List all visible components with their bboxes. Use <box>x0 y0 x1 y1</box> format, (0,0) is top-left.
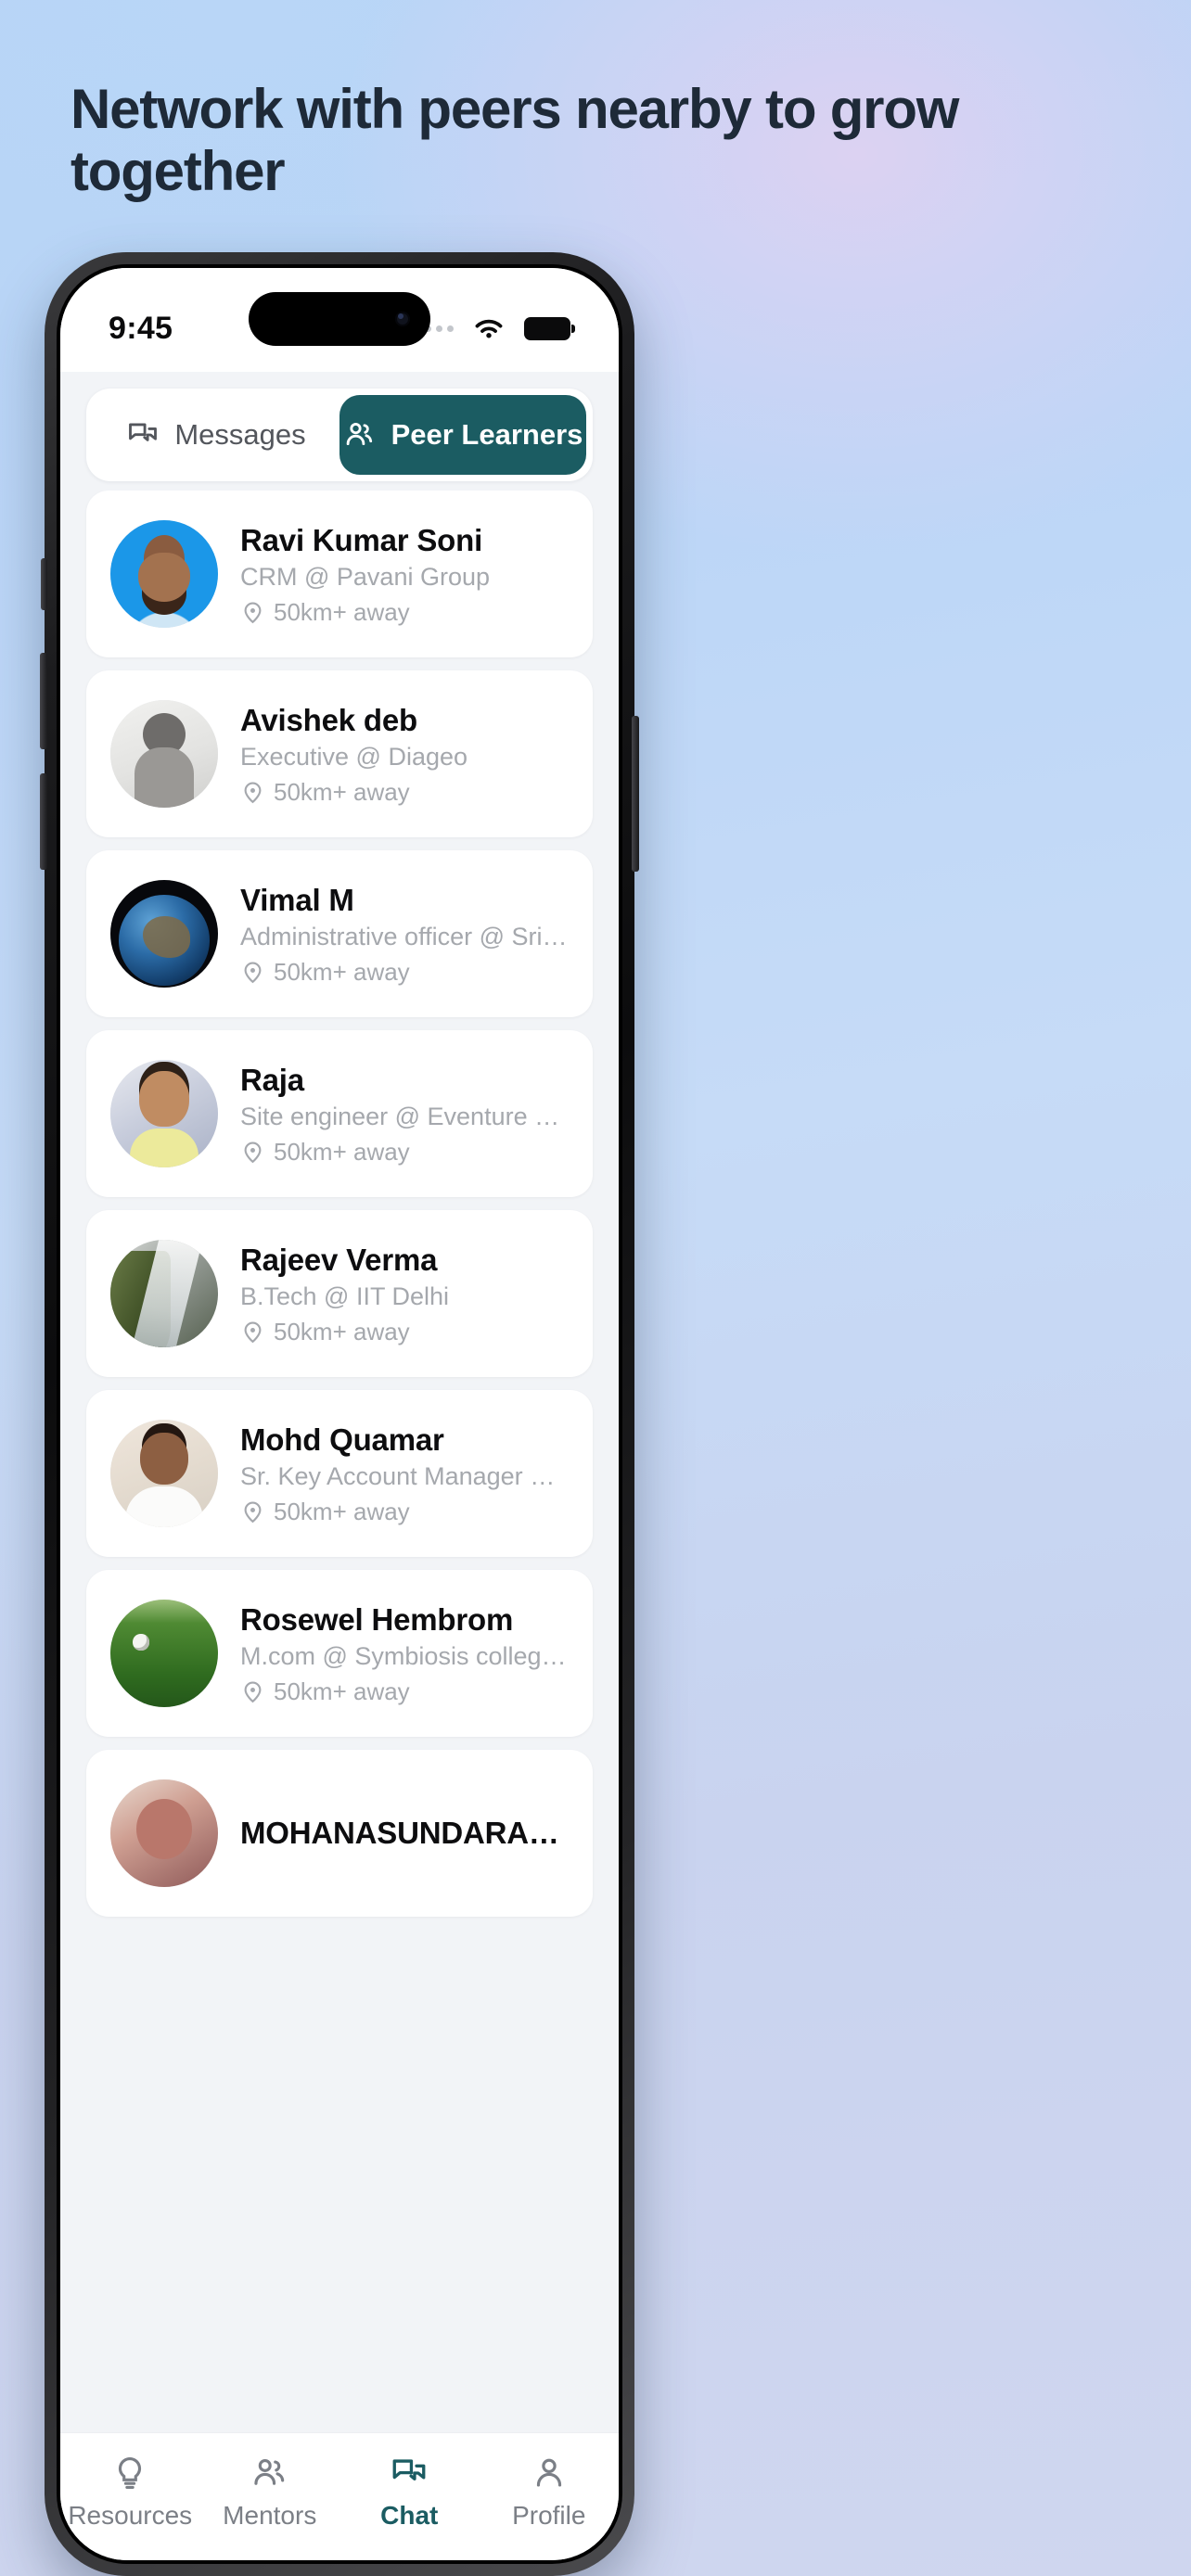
nav-item-chat-label: Chat <box>380 2501 439 2530</box>
phone-bezel: 9:45 Messages Peer Learners Ravi Kumar S… <box>57 264 622 2564</box>
people-icon <box>254 2458 284 2485</box>
person-name: Raja <box>240 1063 304 1097</box>
nav-item-profile-label: Profile <box>512 2501 586 2530</box>
person-name: MOHANASUNDARAM R <box>240 1816 569 1851</box>
avatar <box>110 1060 218 1167</box>
person-distance: 50km+ away <box>274 598 410 626</box>
tab-peer-learners-label: Peer Learners <box>391 418 583 451</box>
list-item[interactable]: Ravi Kumar Soni CRM @ Pavani Group 50km+… <box>86 491 593 657</box>
list-item[interactable]: Mohd Quamar Sr. Key Account Manager @ Me… <box>86 1390 593 1557</box>
person-role: CRM @ Pavani Group <box>240 563 490 592</box>
app-screen: 9:45 Messages Peer Learners Ravi Kumar S… <box>60 268 619 2560</box>
phone-mockup: 9:45 Messages Peer Learners Ravi Kumar S… <box>40 252 639 2576</box>
front-camera-icon <box>395 312 410 326</box>
person-role: Executive @ Diageo <box>240 743 468 772</box>
dynamic-island <box>249 292 430 346</box>
location-pin-icon <box>244 782 262 804</box>
person-distance-row: 50km+ away <box>240 958 569 987</box>
person-distance-row: 50km+ away <box>240 1677 569 1706</box>
lightbulb-icon <box>119 2457 142 2489</box>
status-bar-clock: 9:45 <box>109 310 173 346</box>
silent-switch <box>41 558 47 610</box>
person-distance: 50km+ away <box>274 1318 410 1345</box>
avatar <box>110 1240 218 1347</box>
avatar <box>110 1600 218 1707</box>
volume-down-button <box>40 773 47 870</box>
list-item[interactable]: Raja Site engineer @ Eventure softsol Pv… <box>86 1030 593 1197</box>
person-distance: 50km+ away <box>274 1138 410 1166</box>
person-name: Mohd Quamar <box>240 1422 444 1457</box>
person-role: Site engineer @ Eventure softsol Pvt Ltd <box>240 1103 569 1131</box>
status-bar-indicators <box>414 315 575 342</box>
avatar <box>110 1779 218 1887</box>
person-role: Sr. Key Account Manager @ Meesho <box>240 1462 569 1491</box>
location-pin-icon <box>244 1501 262 1524</box>
person-distance: 50km+ away <box>274 1677 410 1705</box>
person-distance: 50km+ away <box>274 1498 410 1525</box>
location-pin-icon <box>244 962 262 984</box>
person-distance-row: 50km+ away <box>240 1498 569 1526</box>
person-distance: 50km+ away <box>274 778 410 806</box>
person-role: M.com @ Symbiosis college of arts and co… <box>240 1642 569 1671</box>
peer-learners-list[interactable]: Ravi Kumar Soni CRM @ Pavani Group 50km+… <box>60 491 619 2432</box>
status-bar: 9:45 <box>60 268 619 372</box>
battery-icon <box>524 316 575 340</box>
person-name: Ravi Kumar Soni <box>240 523 483 557</box>
person-name: Rosewel Hembrom <box>240 1602 514 1637</box>
location-pin-icon <box>244 1681 262 1703</box>
person-icon <box>536 2458 561 2487</box>
power-button <box>632 716 639 872</box>
avatar <box>110 700 218 808</box>
person-distance-row: 50km+ away <box>240 778 569 807</box>
avatar <box>110 880 218 988</box>
person-distance-row: 50km+ away <box>240 598 569 627</box>
wifi-icon <box>475 319 503 338</box>
list-item[interactable]: Rosewel Hembrom M.com @ Symbiosis colleg… <box>86 1570 593 1737</box>
person-distance-row: 50km+ away <box>240 1318 569 1346</box>
nav-item-profile[interactable]: Profile <box>480 2433 620 2551</box>
segmented-tabs-container: Messages Peer Learners <box>60 372 619 491</box>
location-pin-icon <box>244 602 262 624</box>
avatar <box>110 520 218 628</box>
person-role: Administrative officer @ Sri Chaitanya T… <box>240 923 569 951</box>
page-title: Network with peers nearby to grow togeth… <box>70 78 959 203</box>
nav-item-mentors[interactable]: Mentors <box>200 2433 340 2551</box>
nav-item-chat[interactable]: Chat <box>339 2433 480 2551</box>
tab-messages-label: Messages <box>174 418 306 451</box>
nav-item-mentors-label: Mentors <box>223 2501 317 2530</box>
location-pin-icon <box>244 1321 262 1344</box>
tab-peer-learners[interactable]: Peer Learners <box>339 395 586 475</box>
person-name: Avishek deb <box>240 703 417 737</box>
list-item[interactable]: Rajeev Verma B.Tech @ IIT Delhi 50km+ aw… <box>86 1210 593 1377</box>
chat-bubbles-icon <box>129 423 158 441</box>
person-role: B.Tech @ IIT Delhi <box>240 1282 449 1311</box>
list-item[interactable]: Vimal M Administrative officer @ Sri Cha… <box>86 850 593 1017</box>
list-item[interactable]: MOHANASUNDARAM R <box>86 1750 593 1917</box>
bottom-navigation: Resources Mentors Chat Profile <box>60 2432 619 2560</box>
chat-bubbles-icon <box>392 2459 426 2480</box>
people-icon <box>346 423 372 446</box>
segmented-tabs: Messages Peer Learners <box>86 389 593 481</box>
person-name: Rajeev Verma <box>240 1243 438 1277</box>
person-name: Vimal M <box>240 883 354 917</box>
nav-item-resources[interactable]: Resources <box>60 2433 200 2551</box>
person-distance: 50km+ away <box>274 958 410 986</box>
list-item[interactable]: Avishek deb Executive @ Diageo 50km+ awa… <box>86 670 593 837</box>
tab-messages[interactable]: Messages <box>93 395 339 475</box>
person-distance-row: 50km+ away <box>240 1138 569 1167</box>
avatar <box>110 1420 218 1527</box>
location-pin-icon <box>244 1141 262 1164</box>
volume-up-button <box>40 653 47 749</box>
nav-item-resources-label: Resources <box>68 2501 193 2530</box>
